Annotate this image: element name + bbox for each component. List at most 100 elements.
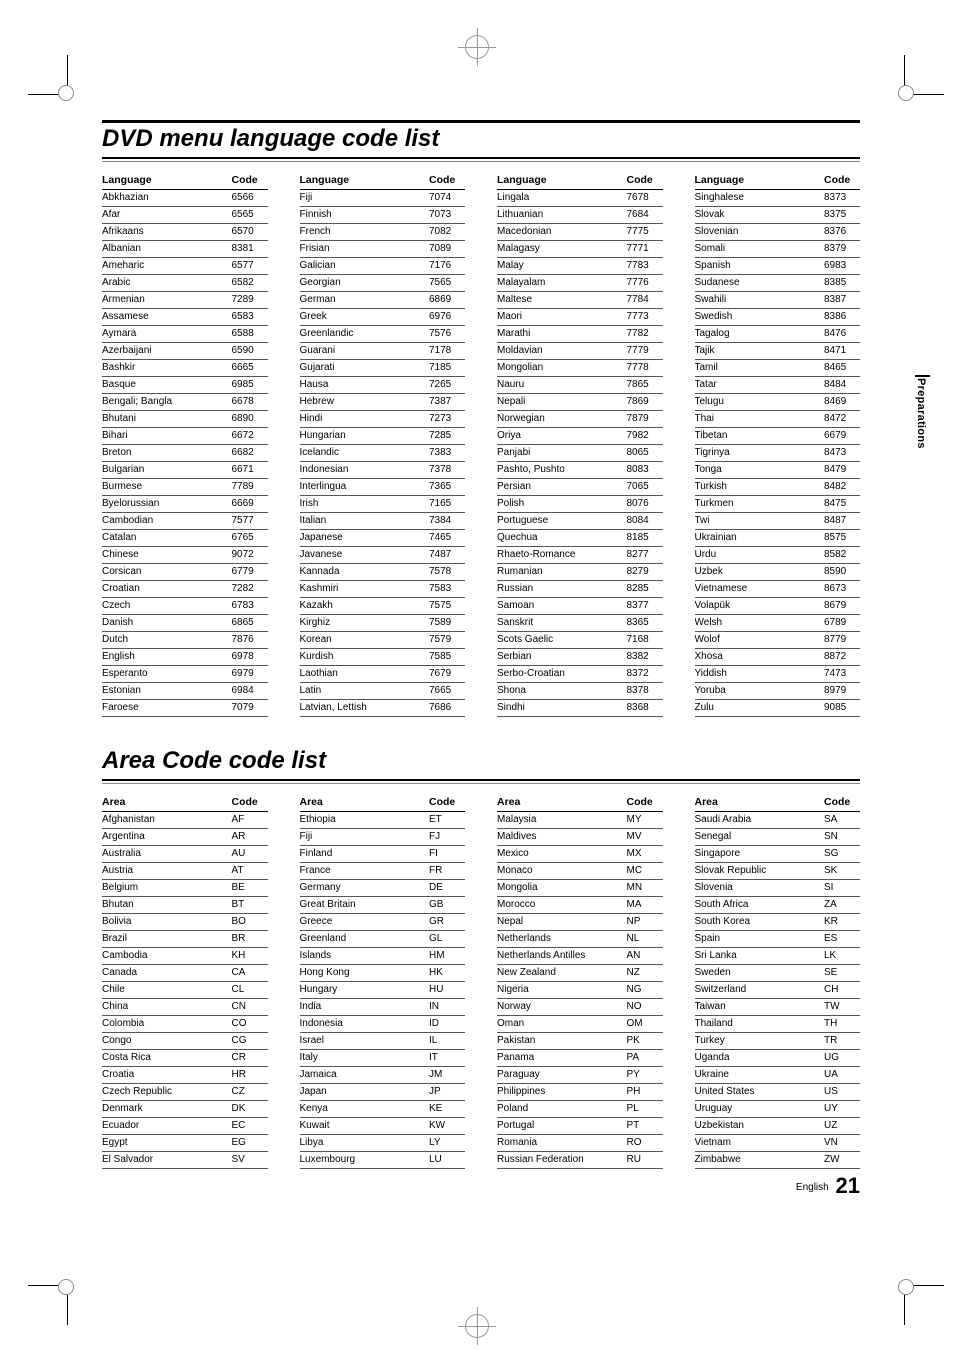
row-key: Italy bbox=[300, 1050, 430, 1066]
row-code: 7282 bbox=[232, 581, 268, 597]
table-row: Serbian8382 bbox=[497, 649, 663, 666]
row-code: 8365 bbox=[627, 615, 663, 631]
row-code: 7982 bbox=[627, 428, 663, 444]
row-code: GL bbox=[429, 931, 465, 947]
row-code: DK bbox=[232, 1101, 268, 1117]
row-key: Czech Republic bbox=[102, 1084, 232, 1100]
row-code: CO bbox=[232, 1016, 268, 1032]
row-key: Slovak bbox=[695, 207, 825, 223]
crop-mark bbox=[28, 1285, 68, 1325]
row-key: Singapore bbox=[695, 846, 825, 862]
row-key: France bbox=[300, 863, 430, 879]
table-row: ChinaCN bbox=[102, 999, 268, 1016]
table-row: Sri LankaLK bbox=[695, 948, 861, 965]
row-code: 7082 bbox=[429, 224, 465, 240]
table-row: Bhutani6890 bbox=[102, 411, 268, 428]
table-row: PanamaPA bbox=[497, 1050, 663, 1067]
row-code: 8373 bbox=[824, 190, 860, 206]
row-code: CL bbox=[232, 982, 268, 998]
header-code: Code bbox=[429, 794, 465, 810]
row-key: Scots Gaelic bbox=[497, 632, 627, 648]
header-key: Area bbox=[695, 794, 825, 810]
table-row: Georgian7565 bbox=[300, 275, 466, 292]
table-row: South AfricaZA bbox=[695, 897, 861, 914]
table-row: Kirghiz7589 bbox=[300, 615, 466, 632]
row-key: Norwegian bbox=[497, 411, 627, 427]
row-key: Shona bbox=[497, 683, 627, 699]
row-key: Mexico bbox=[497, 846, 627, 862]
row-code: 6983 bbox=[824, 258, 860, 274]
row-key: Welsh bbox=[695, 615, 825, 631]
table-row: SenegalSN bbox=[695, 829, 861, 846]
table-row: NepalNP bbox=[497, 914, 663, 931]
table-row: CongoCG bbox=[102, 1033, 268, 1050]
row-code: HR bbox=[232, 1067, 268, 1083]
row-key: South Korea bbox=[695, 914, 825, 930]
row-key: Germany bbox=[300, 880, 430, 896]
row-key: Arabic bbox=[102, 275, 232, 291]
row-code: 7775 bbox=[627, 224, 663, 240]
table-column: LanguageCodeSinghalese8373Slovak8375Slov… bbox=[695, 172, 861, 717]
table-column: AreaCodeMalaysiaMYMaldivesMVMexicoMXMona… bbox=[497, 794, 663, 1169]
row-key: Mongolia bbox=[497, 880, 627, 896]
row-key: Samoan bbox=[497, 598, 627, 614]
row-key: Netherlands bbox=[497, 931, 627, 947]
row-code: IN bbox=[429, 999, 465, 1015]
row-key: Austria bbox=[102, 863, 232, 879]
column-header: AreaCode bbox=[497, 794, 663, 812]
row-code: 7273 bbox=[429, 411, 465, 427]
row-key: Javanese bbox=[300, 547, 430, 563]
row-key: Turkey bbox=[695, 1033, 825, 1049]
table-row: Tajik8471 bbox=[695, 343, 861, 360]
table-row: Czech6783 bbox=[102, 598, 268, 615]
row-code: 8484 bbox=[824, 377, 860, 393]
row-key: Chinese bbox=[102, 547, 232, 563]
row-code: OM bbox=[627, 1016, 663, 1032]
table-row: ParaguayPY bbox=[497, 1067, 663, 1084]
table-row: VietnamVN bbox=[695, 1135, 861, 1152]
row-code: 8979 bbox=[824, 683, 860, 699]
table-row: TaiwanTW bbox=[695, 999, 861, 1016]
row-code: 6869 bbox=[429, 292, 465, 308]
table-row: Great BritainGB bbox=[300, 897, 466, 914]
row-key: Czech bbox=[102, 598, 232, 614]
row-code: CG bbox=[232, 1033, 268, 1049]
row-key: Israel bbox=[300, 1033, 430, 1049]
table-row: GreenlandGL bbox=[300, 931, 466, 948]
table-row: Bashkir6665 bbox=[102, 360, 268, 377]
row-key: Turkmen bbox=[695, 496, 825, 512]
table-row: Finnish7073 bbox=[300, 207, 466, 224]
row-code: 6672 bbox=[232, 428, 268, 444]
row-code: 7776 bbox=[627, 275, 663, 291]
section-title-area: Area Code code list bbox=[102, 747, 860, 775]
row-key: Pashto, Pushto bbox=[497, 462, 627, 478]
row-key: Tigrinya bbox=[695, 445, 825, 461]
table-row: Azerbaijani6590 bbox=[102, 343, 268, 360]
table-row: Byelorussian6669 bbox=[102, 496, 268, 513]
table-row: Ameharic6577 bbox=[102, 258, 268, 275]
row-key: English bbox=[102, 649, 232, 665]
header-key: Area bbox=[300, 794, 430, 810]
row-key: Zulu bbox=[695, 700, 825, 716]
table-row: EgyptEG bbox=[102, 1135, 268, 1152]
table-row: FranceFR bbox=[300, 863, 466, 880]
table-row: Bihari6672 bbox=[102, 428, 268, 445]
table-row: UzbekistanUZ bbox=[695, 1118, 861, 1135]
table-row: Panjabi8065 bbox=[497, 445, 663, 462]
row-code: 6985 bbox=[232, 377, 268, 393]
row-key: Romania bbox=[497, 1135, 627, 1151]
table-row: Spanish6983 bbox=[695, 258, 861, 275]
table-row: Yiddish7473 bbox=[695, 666, 861, 683]
row-code: 7285 bbox=[429, 428, 465, 444]
row-key: Slovenia bbox=[695, 880, 825, 896]
row-key: Congo bbox=[102, 1033, 232, 1049]
table-row: Latin7665 bbox=[300, 683, 466, 700]
row-code: IL bbox=[429, 1033, 465, 1049]
row-code: 7383 bbox=[429, 445, 465, 461]
table-row: United StatesUS bbox=[695, 1084, 861, 1101]
row-code: EG bbox=[232, 1135, 268, 1151]
row-code: RO bbox=[627, 1135, 663, 1151]
row-code: 7773 bbox=[627, 309, 663, 325]
table-row: Netherlands AntillesAN bbox=[497, 948, 663, 965]
row-key: Volapük bbox=[695, 598, 825, 614]
